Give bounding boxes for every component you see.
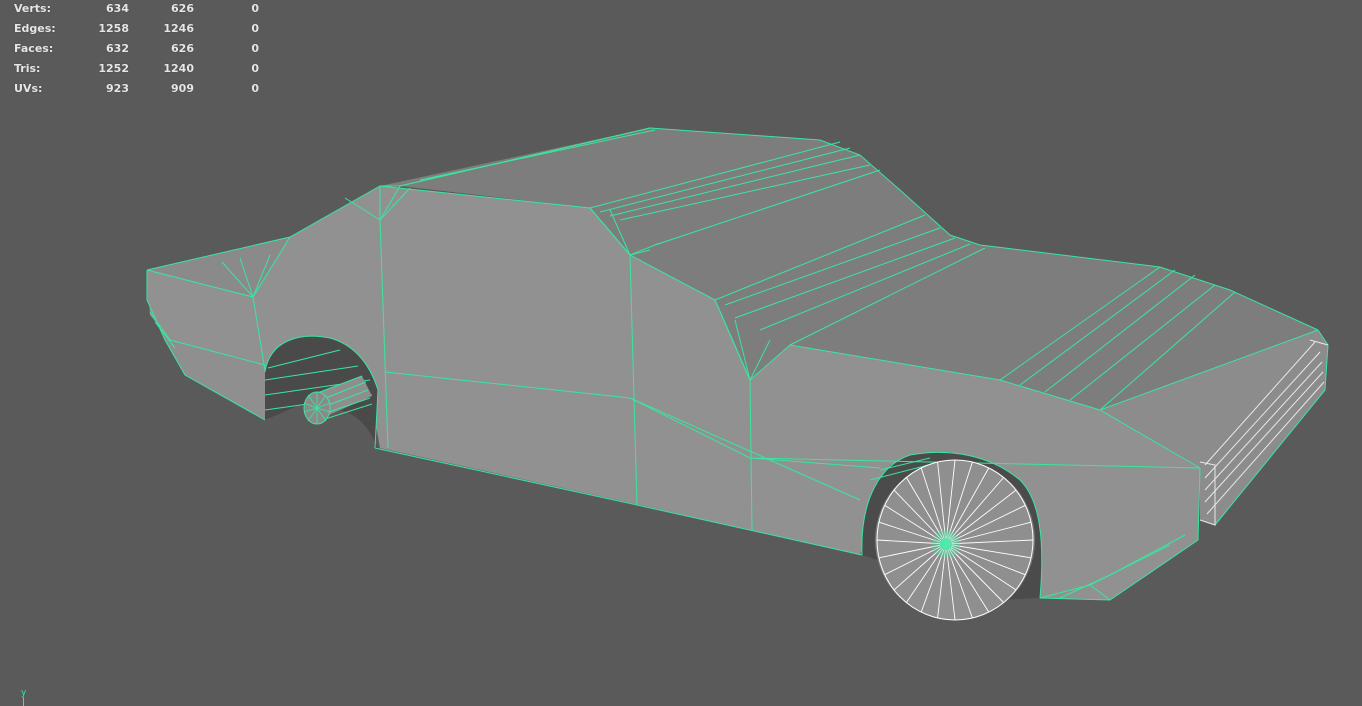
hud-value: 0	[251, 22, 259, 35]
view-axis-indicator: y	[19, 688, 33, 706]
hud-value: 632	[106, 42, 129, 55]
hud-value: 626	[171, 2, 194, 15]
hud-value: 634	[106, 2, 129, 15]
hud-value: 0	[251, 82, 259, 95]
hud-value: 923	[106, 82, 129, 95]
hud-row-uvs: UVs: 923 909 0	[0, 82, 270, 96]
hud-value: 1252	[98, 62, 129, 75]
hud-row-edges: Edges: 1258 1246 0	[0, 22, 270, 36]
hud-row-tris: Tris: 1252 1240 0	[0, 62, 270, 76]
front-wheel[interactable]	[875, 459, 1035, 621]
axis-y-line	[23, 697, 24, 706]
hud-row-faces: Faces: 632 626 0	[0, 42, 270, 56]
hud-value: 1246	[163, 22, 194, 35]
hud-value: 1240	[163, 62, 194, 75]
hud-row-verts: Verts: 634 626 0	[0, 2, 270, 16]
scene-canvas[interactable]	[0, 0, 1362, 706]
hud-value: 626	[171, 42, 194, 55]
hud-label: Edges:	[14, 22, 56, 35]
hud-value: 0	[251, 2, 259, 15]
hud-value: 1258	[98, 22, 129, 35]
hud-label: Faces:	[14, 42, 54, 55]
hud-label: Verts:	[14, 2, 52, 15]
hud-value: 0	[251, 42, 259, 55]
hud-value: 909	[171, 82, 194, 95]
hud-value: 0	[251, 62, 259, 75]
poly-count-hud: Verts: 634 626 0 Edges: 1258 1246 0 Face…	[0, 0, 270, 100]
hud-label: Tris:	[14, 62, 41, 75]
viewport-3d[interactable]: Verts: 634 626 0 Edges: 1258 1246 0 Face…	[0, 0, 1362, 706]
hud-label: UVs:	[14, 82, 43, 95]
car-mesh[interactable]	[146, 127, 1329, 621]
